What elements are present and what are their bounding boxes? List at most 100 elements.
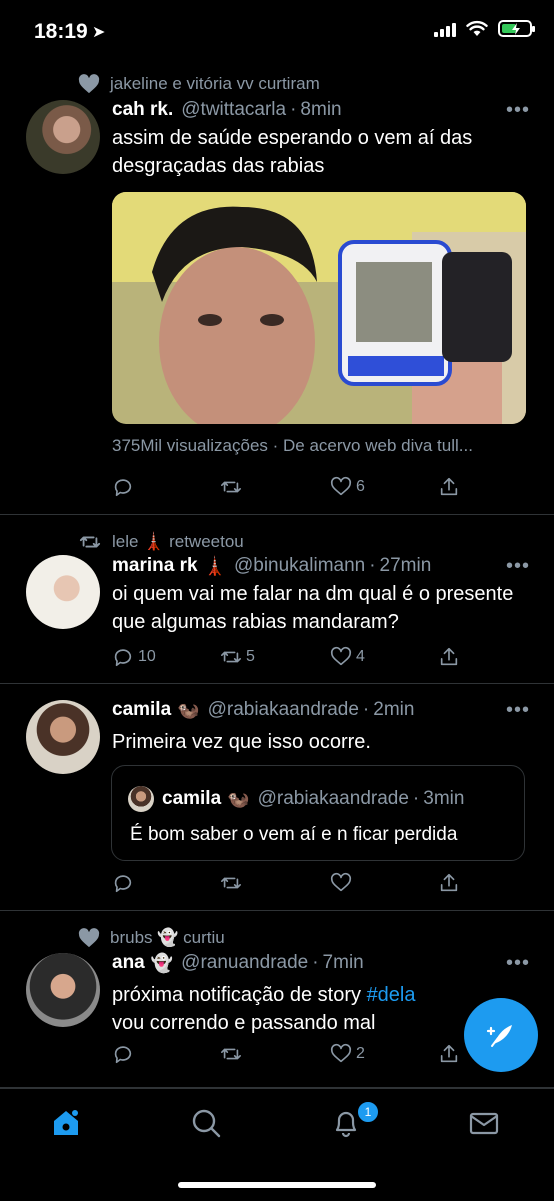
quoted-name-emoji: 🦦 [227, 788, 250, 809]
media-caption: 375Mil visualizações · De acervo web div… [112, 436, 473, 455]
more-options-icon[interactable]: ••• [506, 699, 530, 722]
author-handle[interactable]: @ranuandrade [181, 952, 308, 974]
like-button[interactable]: 2 [330, 1043, 365, 1065]
separator-dot: · [312, 952, 319, 973]
hashtag-link[interactable]: #dela [367, 984, 416, 1006]
author-name[interactable]: marina rk [112, 555, 198, 577]
name-emoji: 🦦 [177, 699, 200, 720]
heart-icon [330, 476, 352, 496]
like-count: 6 [356, 478, 365, 495]
like-button[interactable]: 4 [330, 646, 365, 668]
heart-filled-icon [78, 928, 100, 948]
more-options-icon[interactable]: ••• [506, 99, 530, 122]
tweet-time: 27min [379, 555, 432, 576]
quoted-tweet-text: É bom saber o vem aí e n ficar perdida [130, 824, 458, 845]
video-thumbnail[interactable] [112, 192, 526, 424]
tweet-time: 8min [300, 99, 342, 120]
more-options-icon[interactable]: ••• [506, 555, 530, 578]
quoted-tweet[interactable]: camila 🦦 @rabiakaandrade · 3min É bom sa… [111, 765, 525, 861]
tweet-text-part: próxima notificação de story [112, 984, 367, 1006]
tweet-text-part: vou correndo e passando mal [112, 1012, 376, 1034]
reply-button[interactable] [112, 872, 138, 894]
tweet-text: próxima notificação de story #dela vou c… [112, 981, 452, 1037]
wifi-icon [466, 20, 488, 36]
share-icon [440, 647, 458, 666]
retweet-count: 5 [246, 648, 255, 665]
author-handle[interactable]: @twittacarla [181, 99, 286, 121]
avatar[interactable] [26, 700, 100, 774]
avatar[interactable] [26, 100, 100, 174]
tab-search[interactable] [190, 1107, 226, 1143]
heart-icon [330, 646, 352, 666]
share-button[interactable] [438, 646, 460, 668]
separator-dot: · [290, 99, 297, 120]
search-icon [192, 1109, 221, 1138]
author-handle[interactable]: @rabiakaandrade [208, 699, 359, 721]
like-button[interactable]: 6 [330, 476, 365, 498]
battery-icon [498, 20, 535, 37]
reply-button[interactable]: 10 [112, 646, 156, 668]
name-emoji: 🗼 [203, 555, 226, 576]
reply-count: 10 [138, 648, 156, 665]
heart-icon [330, 1043, 352, 1063]
location-icon: ➤ [92, 24, 106, 41]
tweet-text: oi quem vai me falar na dm qual é o pres… [112, 583, 514, 633]
retweet-button[interactable] [220, 476, 246, 498]
reply-button[interactable] [112, 1043, 138, 1065]
status-bar: 18:19 ➤ [0, 0, 554, 64]
cellular-signal-icon [434, 21, 456, 37]
avatar[interactable] [26, 953, 100, 1027]
reply-icon [114, 649, 132, 667]
more-options-icon[interactable]: ••• [506, 952, 530, 975]
social-context: brubs 👻 curtiu [78, 927, 225, 949]
separator-dot: · [369, 555, 376, 576]
share-icon [440, 873, 458, 892]
compose-tweet-button[interactable] [464, 998, 538, 1072]
status-time: 18:19 [34, 20, 88, 43]
social-context: jakeline e vitória vv curtiram [78, 73, 320, 95]
retweet-icon [79, 536, 101, 548]
share-icon [440, 1044, 458, 1063]
name-emoji: 👻 [150, 952, 174, 973]
reply-button[interactable] [112, 476, 138, 498]
author-name[interactable]: cah rk. [112, 99, 173, 121]
retweet-button[interactable]: 5 [220, 646, 255, 668]
notifications-badge: 1 [356, 1100, 380, 1124]
author-name[interactable]: ana [112, 952, 145, 974]
retweet-button[interactable] [220, 1043, 246, 1065]
heart-icon [330, 872, 352, 892]
tweet-4[interactable]: brubs 👻 curtiu ana 👻 @ranuandrade · 7min… [0, 911, 554, 1088]
home-icon [54, 1110, 78, 1135]
social-context-text: jakeline e vitória vv curtiram [110, 74, 320, 93]
like-count: 4 [356, 648, 365, 665]
social-context-text: lele 🗼 retweetou [112, 532, 244, 551]
home-indicator[interactable] [178, 1182, 376, 1188]
separator-dot: · [412, 788, 420, 809]
separator-dot: · [362, 699, 370, 720]
compose-feather-icon [486, 1025, 512, 1047]
share-button[interactable] [438, 872, 460, 894]
like-button[interactable] [330, 872, 356, 894]
social-context-text: brubs 👻 curtiu [110, 928, 225, 947]
tweet-time: 7min [322, 952, 364, 973]
reply-icon [114, 875, 132, 893]
tweet-text: assim de saúde esperando o vem aí das de… [112, 127, 473, 177]
tweet-2[interactable]: lele 🗼 retweetou marina rk 🗼 @binukalima… [0, 515, 554, 684]
avatar[interactable] [26, 555, 100, 629]
tweet-1[interactable]: jakeline e vitória vv curtiram cah rk. @… [0, 64, 554, 515]
share-icon [440, 477, 458, 496]
retweet-button[interactable] [220, 872, 246, 894]
tab-home[interactable] [50, 1107, 86, 1143]
retweet-icon [221, 877, 241, 889]
quoted-author-handle: @rabiakaandrade [257, 788, 409, 809]
author-handle[interactable]: @binukalimann [234, 555, 365, 577]
quoted-tweet-time: 3min [423, 788, 465, 809]
retweet-icon [221, 1048, 241, 1060]
tweet-3[interactable]: camila 🦦 @rabiakaandrade · 2min ••• Prim… [0, 684, 554, 911]
share-button[interactable] [438, 476, 460, 498]
author-name[interactable]: camila [112, 699, 171, 721]
tab-messages[interactable] [468, 1107, 504, 1143]
share-button[interactable] [438, 1043, 460, 1065]
reply-icon [114, 479, 132, 497]
social-context: lele 🗼 retweetou [78, 531, 244, 553]
